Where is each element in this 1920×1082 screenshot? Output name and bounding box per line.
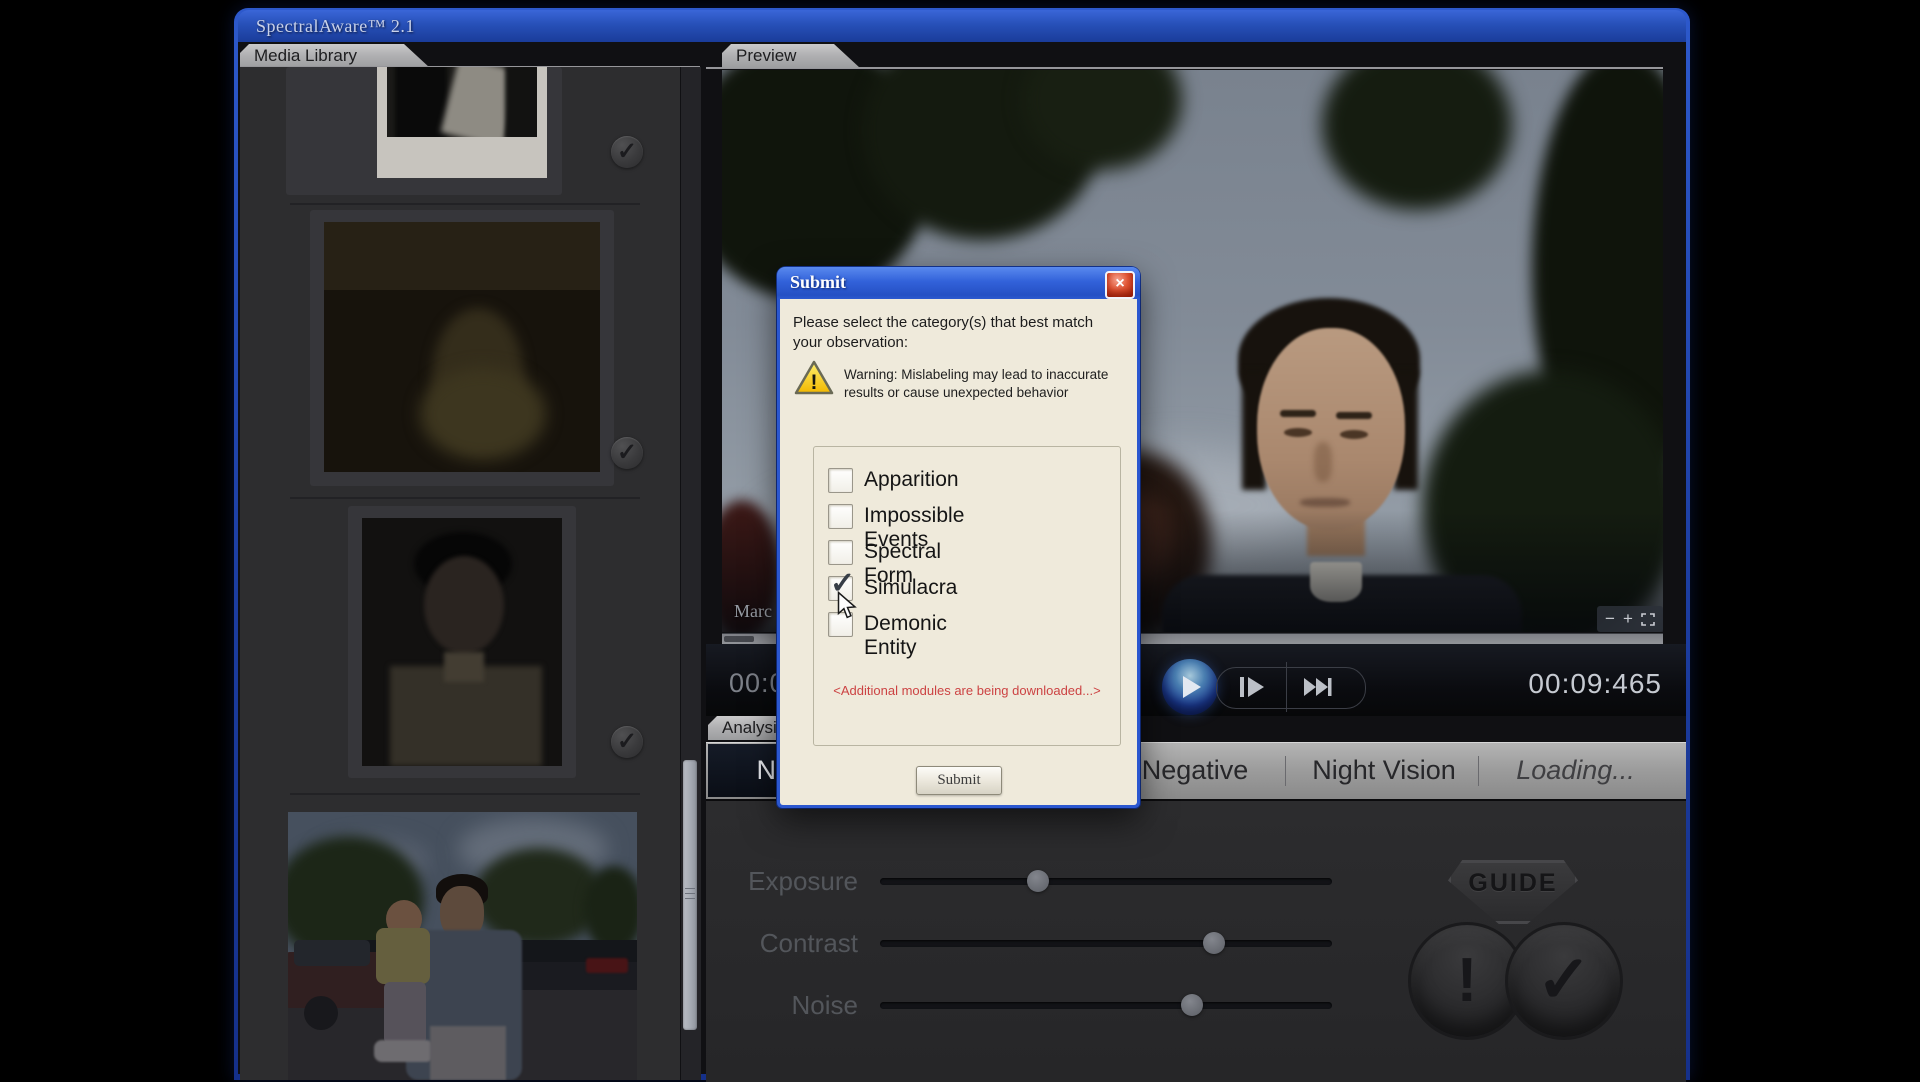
- scene-shape: [505, 67, 537, 137]
- fullscreen-button[interactable]: [1641, 613, 1655, 626]
- selected-check-badge-3[interactable]: ✓: [611, 726, 643, 758]
- window-titlebar[interactable]: [238, 10, 1686, 42]
- dialog-close-button[interactable]: ×: [1105, 271, 1135, 299]
- tab-analysis-label: Analysis: [722, 718, 785, 737]
- tab-preview-label: Preview: [736, 46, 796, 65]
- scene-shape: [420, 368, 546, 460]
- subject-eye: [1284, 428, 1312, 437]
- app-title: SpectralAware™ 2.1: [256, 16, 415, 37]
- exclamation-icon: !: [1457, 946, 1478, 1015]
- selected-check-badge-2[interactable]: ✓: [611, 437, 643, 469]
- svg-text:!: !: [811, 371, 818, 394]
- checkbox-label: Demonic Entity: [864, 612, 947, 660]
- scene-shape: [376, 928, 430, 984]
- step-forward-icon: [1240, 677, 1266, 697]
- filter-label: Night Vision: [1312, 755, 1456, 785]
- exposure-slider[interactable]: [880, 878, 1332, 885]
- subject-eye: [1340, 430, 1368, 439]
- dialog-prompt: Please select the category(s) that best …: [793, 313, 1111, 354]
- checkbox-label: Simulacra: [864, 576, 957, 600]
- checkmark-icon: ✓: [1536, 942, 1591, 1016]
- warning-icon: !: [793, 359, 835, 397]
- scrollbar-grip: [685, 898, 695, 899]
- library-thumbnail-1[interactable]: [377, 67, 547, 178]
- zoom-out-button[interactable]: −: [1605, 606, 1615, 632]
- guide-confirm-button[interactable]: ✓: [1505, 922, 1623, 1040]
- play-icon: [1183, 676, 1203, 698]
- filter-label: Negative: [1142, 755, 1249, 785]
- skip-forward-icon: [1304, 678, 1332, 696]
- scrollbar-grip: [685, 888, 695, 889]
- subject-mouth: [1300, 498, 1350, 507]
- tab-media-library-label: Media Library: [254, 46, 357, 65]
- tab-media-library[interactable]: Media Library: [240, 44, 430, 68]
- slider-label-contrast: Contrast: [698, 928, 858, 959]
- library-divider: [290, 793, 640, 795]
- check-icon: ✓: [617, 138, 637, 165]
- scene-shape: [586, 958, 628, 973]
- scene-shape: [395, 67, 447, 137]
- checkbox-label: Apparition: [864, 468, 959, 492]
- noise-slider-handle[interactable]: [1181, 994, 1203, 1016]
- library-thumbnail-2[interactable]: [324, 222, 600, 472]
- dialog-warning-text: Warning: Mislabeling may lead to inaccur…: [844, 366, 1130, 401]
- filter-loading: Loading...: [1488, 744, 1663, 797]
- check-icon: ✓: [617, 439, 637, 466]
- screen: { "window": { "title": "SpectralAware™ 2…: [0, 0, 1920, 1080]
- close-icon: ×: [1115, 275, 1124, 292]
- library-thumbnail-4[interactable]: [288, 812, 637, 1080]
- checkbox[interactable]: [828, 468, 853, 493]
- scene-shape: [384, 982, 426, 1044]
- contrast-slider[interactable]: [880, 940, 1332, 947]
- thumbnail-1-image: [387, 67, 537, 137]
- zoom-in-button[interactable]: +: [1623, 606, 1633, 632]
- scene-shape: [430, 1026, 506, 1080]
- tree-silhouette: [1322, 70, 1512, 210]
- dialog-body: Please select the category(s) that best …: [780, 299, 1137, 805]
- category-groupbox: ✓ Apparition ✓ Impossible Events ✓ Spect…: [813, 446, 1121, 746]
- skip-forward-button[interactable]: [1304, 678, 1332, 696]
- scene-shape: [444, 652, 484, 682]
- transport-separator: [1286, 662, 1287, 712]
- transport-button-group: [1216, 667, 1366, 709]
- guide-label: GUIDE: [1468, 869, 1557, 897]
- filter-night-vision[interactable]: Night Vision: [1295, 744, 1473, 797]
- video-zoom-controls: − +: [1597, 606, 1663, 632]
- subject-eyebrow: [1280, 410, 1316, 417]
- fullscreen-icon: [1641, 613, 1655, 626]
- library-scrollbar-thumb[interactable]: [683, 760, 697, 1030]
- check-icon: ✓: [617, 728, 637, 755]
- step-forward-button[interactable]: [1240, 677, 1266, 697]
- subject-nose: [1314, 442, 1332, 482]
- play-button[interactable]: [1162, 659, 1218, 715]
- mouse-cursor: [837, 591, 858, 621]
- noise-slider[interactable]: [880, 1002, 1332, 1009]
- download-status-text: <Additional modules are being downloaded…: [814, 683, 1120, 698]
- scrollbar-grip: [685, 893, 695, 894]
- time-total: 00:09:465: [1508, 668, 1662, 700]
- dialog-submit-button[interactable]: Submit: [916, 766, 1002, 795]
- submit-button-label: Submit: [937, 772, 980, 788]
- filter-label: Loading...: [1516, 755, 1635, 785]
- filter-separator: [1478, 756, 1479, 786]
- submit-dialog: Submit × Please select the category(s) t…: [777, 267, 1140, 808]
- scene-shape: [294, 940, 370, 966]
- checkbox[interactable]: [828, 540, 853, 565]
- seek-bar-elapsed[interactable]: [724, 636, 754, 642]
- scene-shape: [304, 996, 338, 1030]
- video-watermark: Marc: [734, 601, 772, 622]
- slider-label-exposure: Exposure: [698, 866, 858, 897]
- filter-separator: [1285, 756, 1286, 786]
- library-thumbnail-3[interactable]: [362, 518, 562, 766]
- scene-shape: [424, 556, 504, 654]
- selected-check-badge-1[interactable]: ✓: [611, 136, 643, 168]
- dialog-title: Submit: [790, 272, 846, 293]
- library-divider: [290, 497, 640, 499]
- subject-eyebrow: [1336, 412, 1372, 419]
- checkbox[interactable]: [828, 504, 853, 529]
- slider-label-noise: Noise: [698, 990, 858, 1021]
- library-divider: [290, 203, 640, 205]
- scene-shape: [324, 222, 600, 290]
- scene-shape: [374, 1040, 434, 1062]
